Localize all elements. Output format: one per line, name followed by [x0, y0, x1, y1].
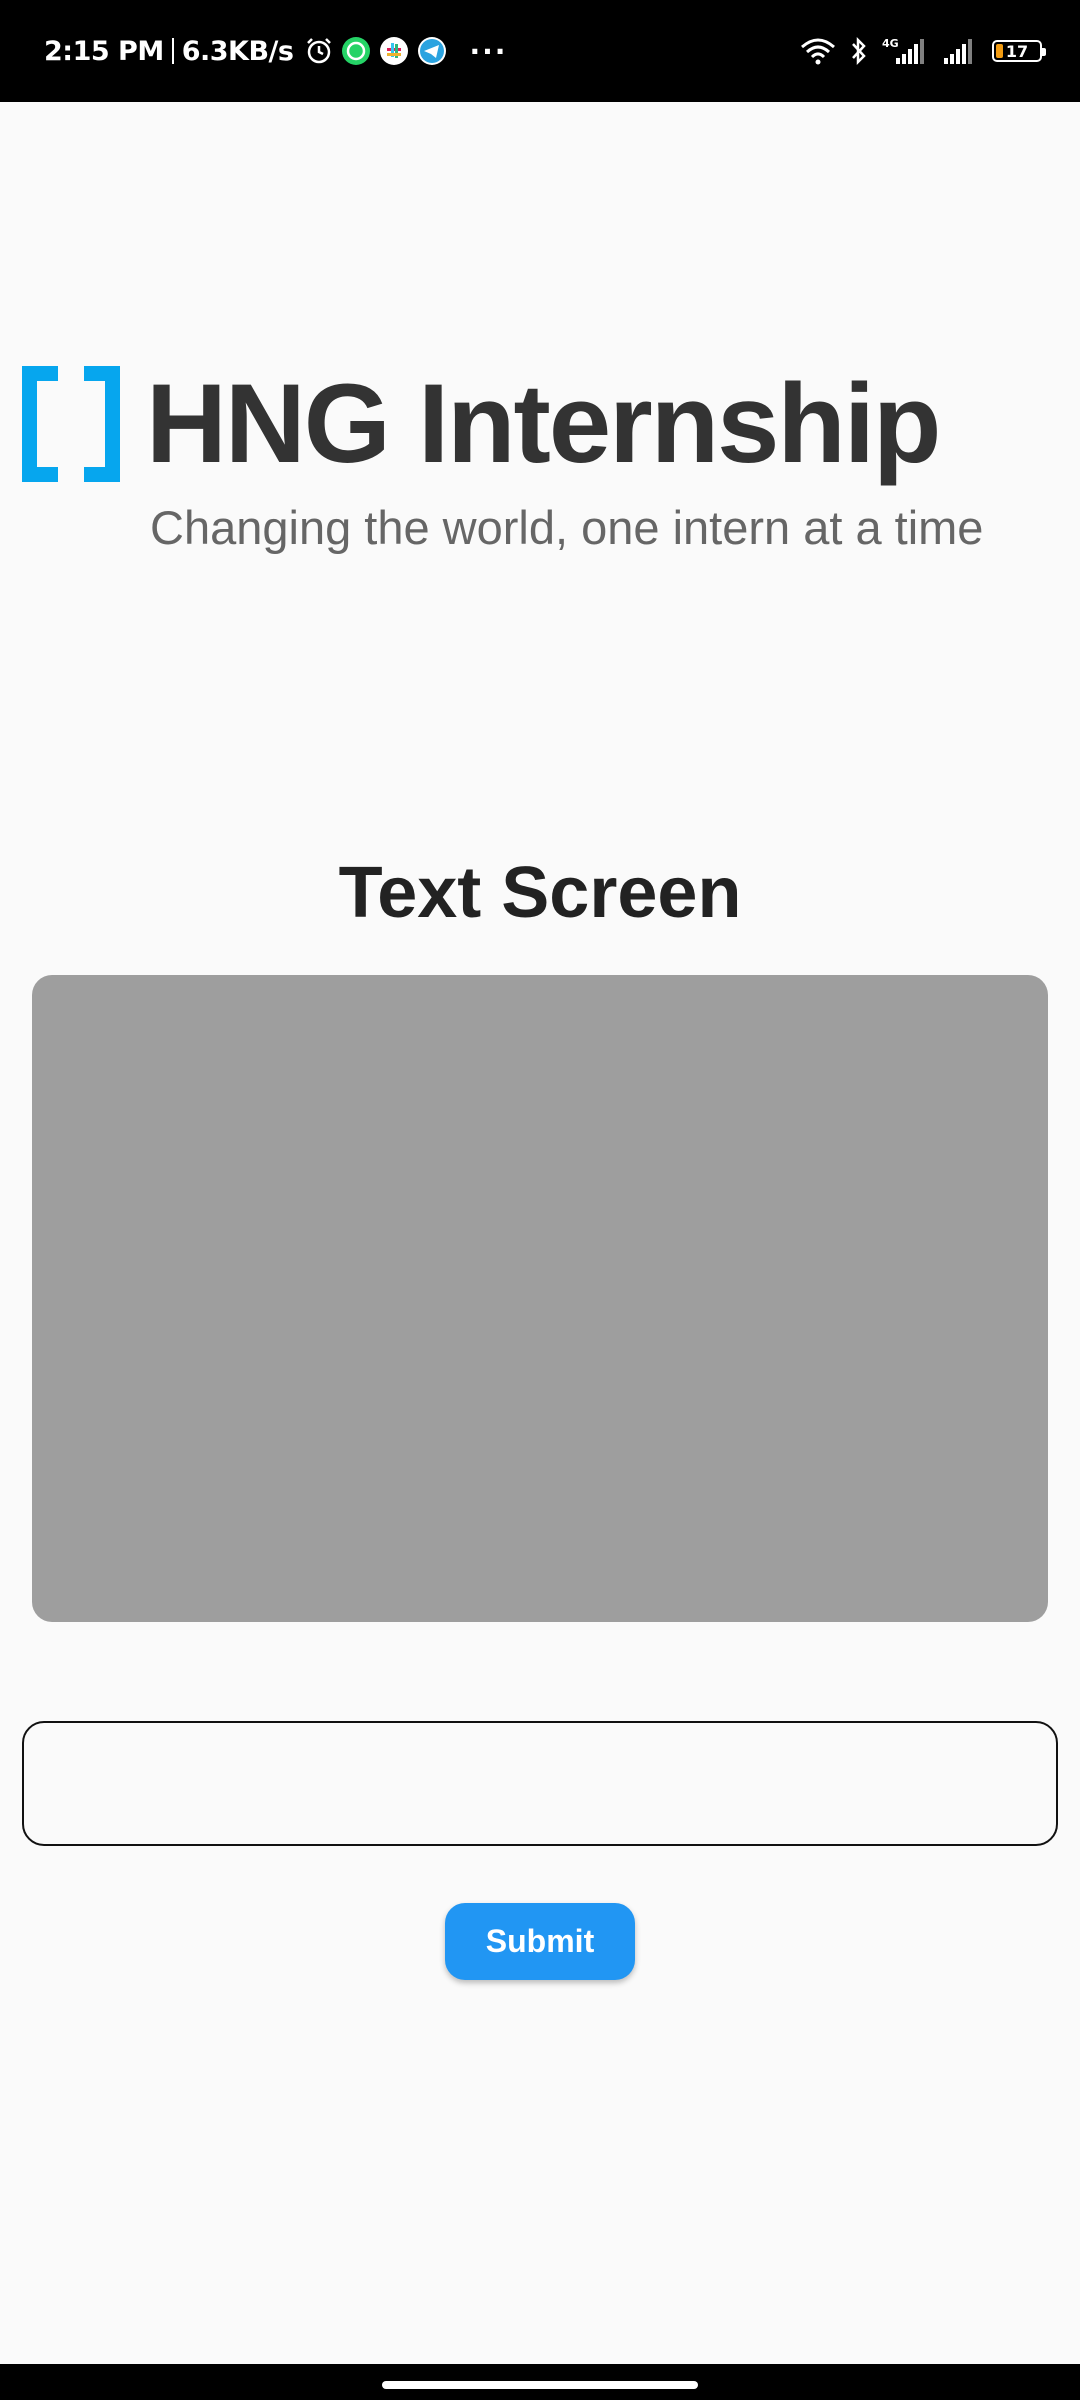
page-title: Text Screen: [338, 853, 742, 933]
hng-logo: HNG Internship Changing the world, one i…: [22, 361, 1062, 566]
status-bar: 2:15 PM 6.3KB/s ··· 4G 17: [0, 0, 1080, 102]
wifi-icon: [800, 37, 836, 65]
network-speed: 6.3KB/s: [181, 35, 294, 67]
more-notifications-icon: ···: [469, 34, 508, 68]
battery-level: 17: [1005, 41, 1029, 61]
status-right: 4G 17: [786, 0, 1046, 102]
telegram-icon: [417, 36, 447, 66]
battery-fill: [996, 44, 1004, 58]
battery-icon: 17: [992, 40, 1046, 62]
navigation-bar: [0, 2364, 1080, 2400]
submit-button[interactable]: Submit: [445, 1903, 635, 1980]
slack-icon: [379, 36, 409, 66]
notification-icons: [305, 36, 455, 66]
logo-title: HNG Internship: [146, 361, 941, 486]
bluetooth-icon: [850, 36, 868, 66]
network-type-label: 4G: [882, 37, 899, 50]
status-separator: [171, 38, 174, 64]
text-input[interactable]: [22, 1721, 1058, 1846]
logo-tagline: Changing the world, one intern at a time: [150, 501, 984, 554]
whatsapp-icon: [341, 36, 371, 66]
status-left: 2:15 PM 6.3KB/s ···: [44, 0, 507, 102]
logo-bracket-left: [22, 366, 58, 482]
status-time: 2:15 PM: [44, 35, 164, 67]
logo-bracket-right: [84, 366, 120, 482]
cellular-4g-icon: 4G: [882, 36, 928, 66]
home-indicator[interactable]: [382, 2381, 698, 2389]
text-display-box: [32, 975, 1048, 1622]
alarm-icon: [305, 37, 333, 65]
cellular-signal-icon: [942, 36, 974, 66]
